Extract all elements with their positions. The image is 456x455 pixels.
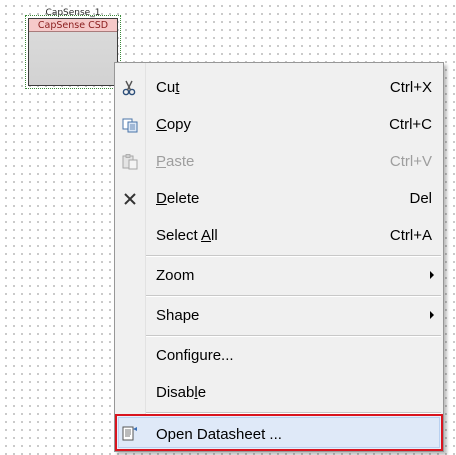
- menu-item-label: Zoom: [156, 267, 195, 284]
- menu-item-label: Cut: [156, 79, 180, 96]
- menu-item-zoom[interactable]: Zoom: [116, 257, 442, 294]
- menu-item-label: Shape: [156, 307, 200, 324]
- menu-item-shortcut: Del: [409, 190, 432, 207]
- menu-item-shortcut: Ctrl+A: [389, 227, 432, 244]
- copy-icon: [121, 116, 139, 134]
- datasheet-icon: [121, 424, 139, 442]
- menu-item-cut[interactable]: Cut Ctrl+X: [116, 69, 442, 106]
- menu-item-label: Copy: [156, 116, 192, 133]
- menu-item-select-all[interactable]: Select All Ctrl+A: [116, 217, 442, 254]
- context-menu: Cut Ctrl+X Copy Ctrl+C Paste Ctrl+V Dele…: [114, 62, 444, 452]
- menu-item-shortcut: Ctrl+V: [389, 153, 432, 170]
- paste-icon: [121, 153, 139, 171]
- component-instance-name: CapSense_1: [45, 8, 101, 18]
- menu-item-paste[interactable]: Paste Ctrl+V: [116, 143, 442, 180]
- submenu-arrow-icon: [430, 311, 434, 319]
- menu-item-shape[interactable]: Shape: [116, 297, 442, 334]
- delete-x-icon: [121, 190, 139, 208]
- menu-item-label: Configure...: [156, 347, 234, 364]
- menu-item-shortcut: Ctrl+C: [389, 116, 432, 133]
- menu-item-label: Select All: [156, 227, 218, 244]
- menu-item-copy[interactable]: Copy Ctrl+C: [116, 106, 442, 143]
- menu-item-open-datasheet[interactable]: Open Datasheet ...: [115, 414, 443, 451]
- component-title: CapSense CSD: [29, 19, 117, 32]
- menu-item-disable[interactable]: Disable: [116, 374, 442, 411]
- menu-item-label: Disable: [156, 384, 207, 401]
- menu-item-shortcut: Ctrl+X: [389, 79, 432, 96]
- menu-item-label: Open Datasheet ...: [156, 426, 282, 443]
- menu-item-delete[interactable]: Delete Del: [116, 180, 442, 217]
- menu-item-label: Paste: [156, 153, 195, 170]
- component-body[interactable]: CapSense CSD: [25, 15, 121, 89]
- menu-item-label: Delete: [156, 190, 200, 207]
- menu-item-configure[interactable]: Configure...: [116, 337, 442, 374]
- scissors-icon: [121, 79, 139, 97]
- schematic-canvas[interactable]: { "component": { "instance_name": "CapSe…: [0, 0, 456, 455]
- submenu-arrow-icon: [430, 271, 434, 279]
